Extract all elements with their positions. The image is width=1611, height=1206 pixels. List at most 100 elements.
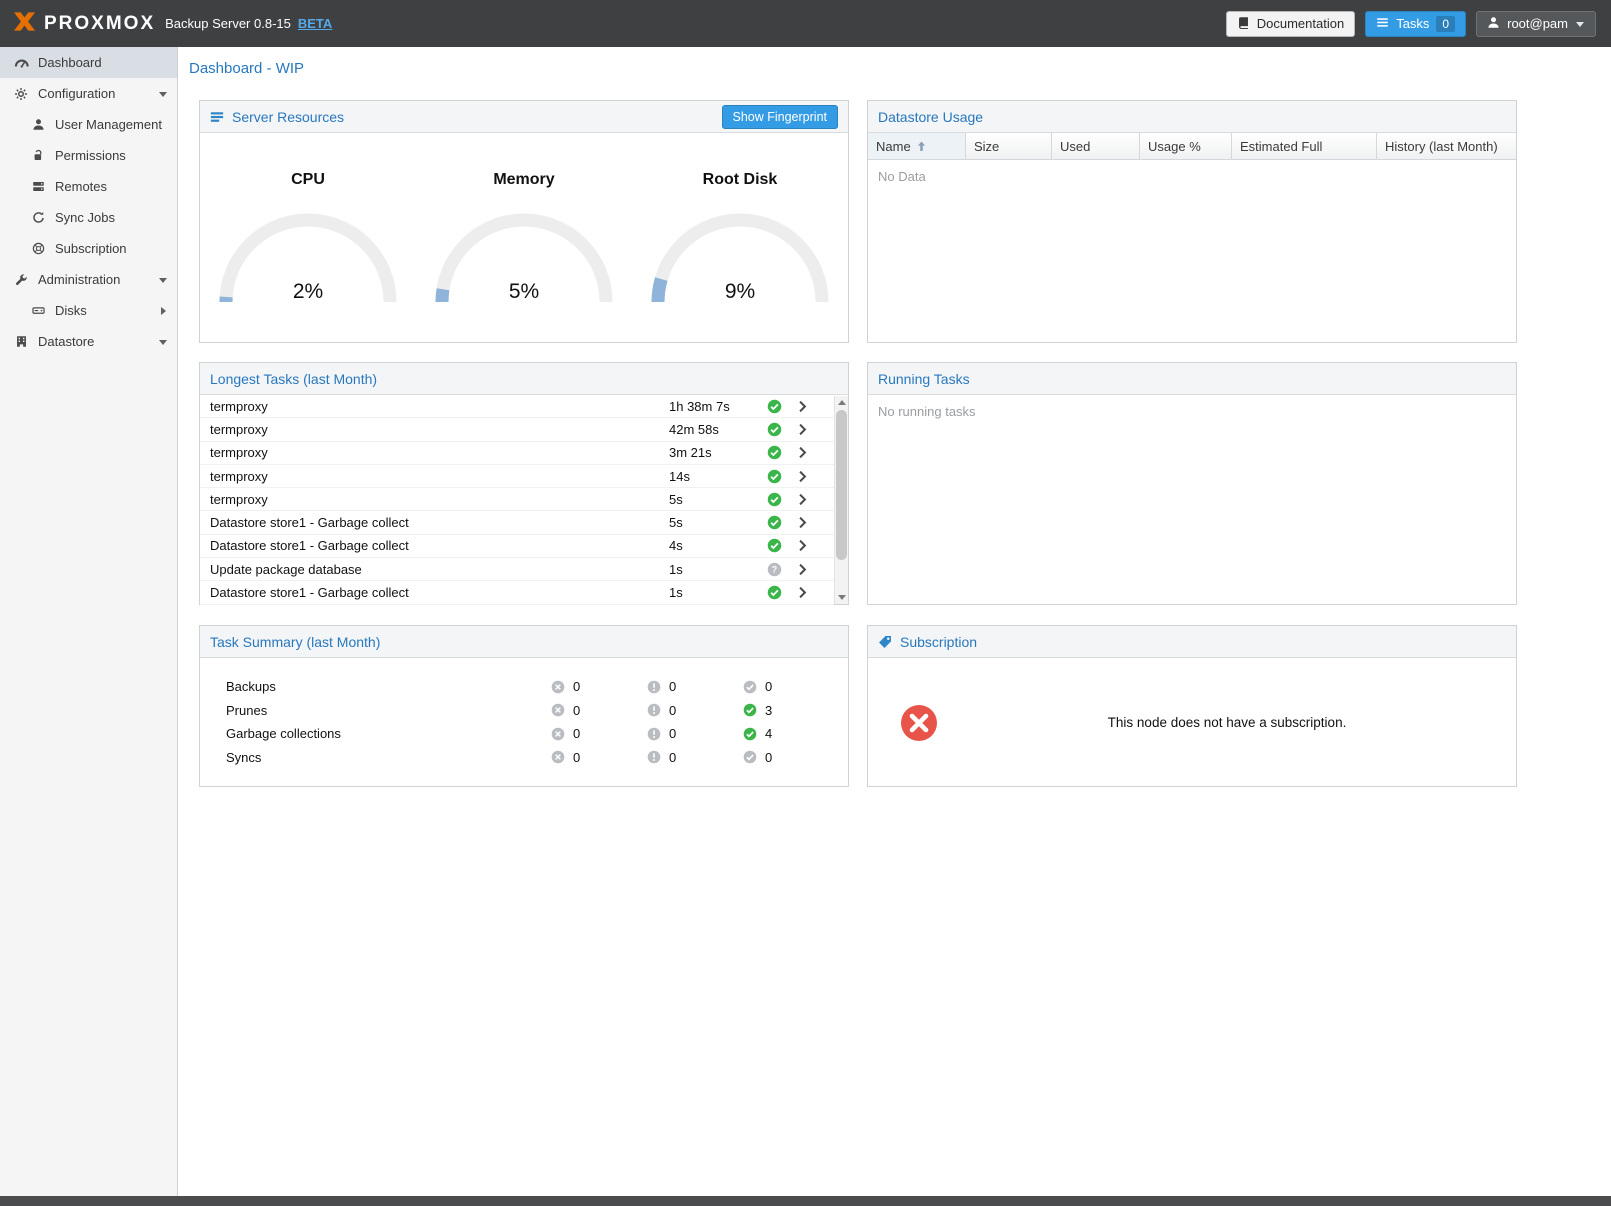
sidebar-item-datastore[interactable]: Datastore bbox=[0, 326, 177, 357]
tasks-button[interactable]: Tasks 0 bbox=[1365, 11, 1466, 37]
documentation-button[interactable]: Documentation bbox=[1226, 11, 1355, 37]
warning-circle-icon bbox=[647, 703, 661, 717]
task-row[interactable]: termproxy14s bbox=[200, 465, 834, 488]
subscription-message: This node does not have a subscription. bbox=[938, 715, 1516, 730]
task-row[interactable]: Datastore store1 - Garbage collect1s bbox=[200, 581, 834, 604]
task-name: Datastore store1 - Garbage collect bbox=[210, 515, 669, 530]
summary-error-count[interactable]: 0 bbox=[551, 750, 647, 765]
subscription-body: This node does not have a subscription. bbox=[868, 658, 1516, 787]
chevron-right-icon[interactable] bbox=[796, 586, 809, 599]
sidebar-item-remotes[interactable]: Remotes bbox=[0, 171, 177, 202]
documentation-label: Documentation bbox=[1257, 16, 1344, 31]
chevron-right-icon[interactable] bbox=[796, 423, 809, 436]
chevron-right-icon[interactable] bbox=[796, 493, 809, 506]
summary-warning-count[interactable]: 0 bbox=[647, 726, 743, 741]
user-icon bbox=[1487, 16, 1500, 32]
scroll-down-button[interactable] bbox=[835, 591, 848, 604]
wrench-icon bbox=[12, 273, 30, 286]
error-circle-icon bbox=[551, 750, 565, 764]
chevron-down-icon bbox=[158, 275, 168, 285]
column-header-history-last-month[interactable]: History (last Month) bbox=[1377, 133, 1516, 159]
sidebar-item-subscription[interactable]: Subscription bbox=[0, 233, 177, 264]
tasks-count-badge: 0 bbox=[1436, 16, 1455, 32]
user-menu-button[interactable]: root@pam bbox=[1476, 11, 1596, 37]
scrollbar-thumb[interactable] bbox=[836, 410, 847, 560]
running-tasks-title: Running Tasks bbox=[878, 371, 970, 387]
task-row[interactable]: Datastore store1 - Garbage collect5s bbox=[200, 511, 834, 534]
chevron-right-icon[interactable] bbox=[796, 470, 809, 483]
longest-tasks-panel: Longest Tasks (last Month) termproxy1h 3… bbox=[199, 362, 849, 605]
task-row[interactable]: termproxy3m 21s bbox=[200, 442, 834, 465]
svg-text:?: ? bbox=[771, 564, 776, 574]
error-circle-icon bbox=[551, 680, 565, 694]
gears-icon bbox=[12, 87, 30, 101]
task-summary-title: Task Summary (last Month) bbox=[210, 634, 380, 650]
chevron-right-icon[interactable] bbox=[796, 400, 809, 413]
chevron-right-icon[interactable] bbox=[796, 563, 809, 576]
task-summary-header: Task Summary (last Month) bbox=[200, 626, 848, 658]
summary-label: Garbage collections bbox=[226, 726, 551, 741]
task-row[interactable]: termproxy42m 58s bbox=[200, 418, 834, 441]
scrollbar[interactable] bbox=[834, 396, 848, 604]
task-list-icon bbox=[1376, 16, 1389, 32]
summary-warning-count[interactable]: 0 bbox=[647, 679, 743, 694]
gauge-title: Memory bbox=[423, 171, 625, 189]
task-name: termproxy bbox=[210, 399, 669, 414]
sidebar-item-label: Sync Jobs bbox=[55, 210, 115, 225]
summary-warning-count[interactable]: 0 bbox=[647, 750, 743, 765]
summary-warning-count[interactable]: 0 bbox=[647, 703, 743, 718]
task-row[interactable]: termproxy1h 38m 7s bbox=[200, 395, 834, 418]
summary-error-count[interactable]: 0 bbox=[551, 679, 647, 694]
summary-ok-count[interactable]: 0 bbox=[743, 750, 839, 765]
show-fingerprint-button[interactable]: Show Fingerprint bbox=[722, 105, 839, 129]
summary-error-count[interactable]: 0 bbox=[551, 703, 647, 718]
summary-label: Backups bbox=[226, 679, 551, 694]
sidebar-item-user-management[interactable]: User Management bbox=[0, 109, 177, 140]
beta-link[interactable]: BETA bbox=[298, 16, 332, 31]
task-row[interactable]: Update package database1s? bbox=[200, 558, 834, 581]
summary-label: Syncs bbox=[226, 750, 551, 765]
chevron-right-icon[interactable] bbox=[796, 446, 809, 459]
chevron-right-icon bbox=[158, 306, 168, 316]
sidebar-item-disks[interactable]: Disks bbox=[0, 295, 177, 326]
column-header-name[interactable]: Name bbox=[868, 133, 966, 159]
sidebar-item-label: Disks bbox=[55, 303, 87, 318]
subscription-title: Subscription bbox=[900, 634, 977, 650]
status-ok-icon bbox=[764, 585, 784, 600]
summary-error-count[interactable]: 0 bbox=[551, 726, 647, 741]
summary-ok-count[interactable]: 4 bbox=[743, 726, 839, 741]
triangle-down-icon bbox=[838, 595, 846, 600]
sidebar-item-sync-jobs[interactable]: Sync Jobs bbox=[0, 202, 177, 233]
ok-circle-gray-icon bbox=[743, 680, 757, 694]
chevron-right-icon[interactable] bbox=[796, 516, 809, 529]
sidebar-item-administration[interactable]: Administration bbox=[0, 264, 177, 295]
sidebar-item-label: User Management bbox=[55, 117, 162, 132]
task-row[interactable]: Datastore store1 - Garbage collect4s bbox=[200, 535, 834, 558]
sidebar-item-label: Administration bbox=[38, 272, 120, 287]
running-tasks-panel: Running Tasks No running tasks bbox=[867, 362, 1517, 605]
column-header-estimated-full[interactable]: Estimated Full bbox=[1232, 133, 1377, 159]
proxmox-x-logo-icon bbox=[12, 11, 37, 37]
task-row[interactable]: termproxy5s bbox=[200, 488, 834, 511]
sidebar-item-configuration[interactable]: Configuration bbox=[0, 78, 177, 109]
column-header-usage[interactable]: Usage % bbox=[1140, 133, 1232, 159]
status-ok-icon bbox=[764, 399, 784, 414]
product-version: Backup Server 0.8-15 bbox=[165, 16, 291, 31]
ticket-icon bbox=[878, 635, 892, 649]
summary-row-syncs: Syncs000 bbox=[200, 746, 848, 770]
column-header-size[interactable]: Size bbox=[966, 133, 1052, 159]
column-header-used[interactable]: Used bbox=[1052, 133, 1140, 159]
server-resources-panel: Server Resources Show Fingerprint CPU2%M… bbox=[199, 100, 849, 343]
task-summary-panel: Task Summary (last Month) Backups000Prun… bbox=[199, 625, 849, 787]
gauge-icon bbox=[12, 55, 30, 70]
summary-ok-count[interactable]: 3 bbox=[743, 703, 839, 718]
summary-ok-count[interactable]: 0 bbox=[743, 679, 839, 694]
chevron-right-icon[interactable] bbox=[796, 539, 809, 552]
subscription-header: Subscription bbox=[868, 626, 1516, 658]
sidebar-item-dashboard[interactable]: Dashboard bbox=[0, 47, 177, 78]
sidebar-item-permissions[interactable]: Permissions bbox=[0, 140, 177, 171]
scroll-up-button[interactable] bbox=[835, 396, 848, 409]
datastore-usage-panel: Datastore Usage NameSizeUsedUsage %Estim… bbox=[867, 100, 1517, 343]
status-ok-icon bbox=[764, 469, 784, 484]
gauge-title: Root Disk bbox=[639, 171, 841, 189]
